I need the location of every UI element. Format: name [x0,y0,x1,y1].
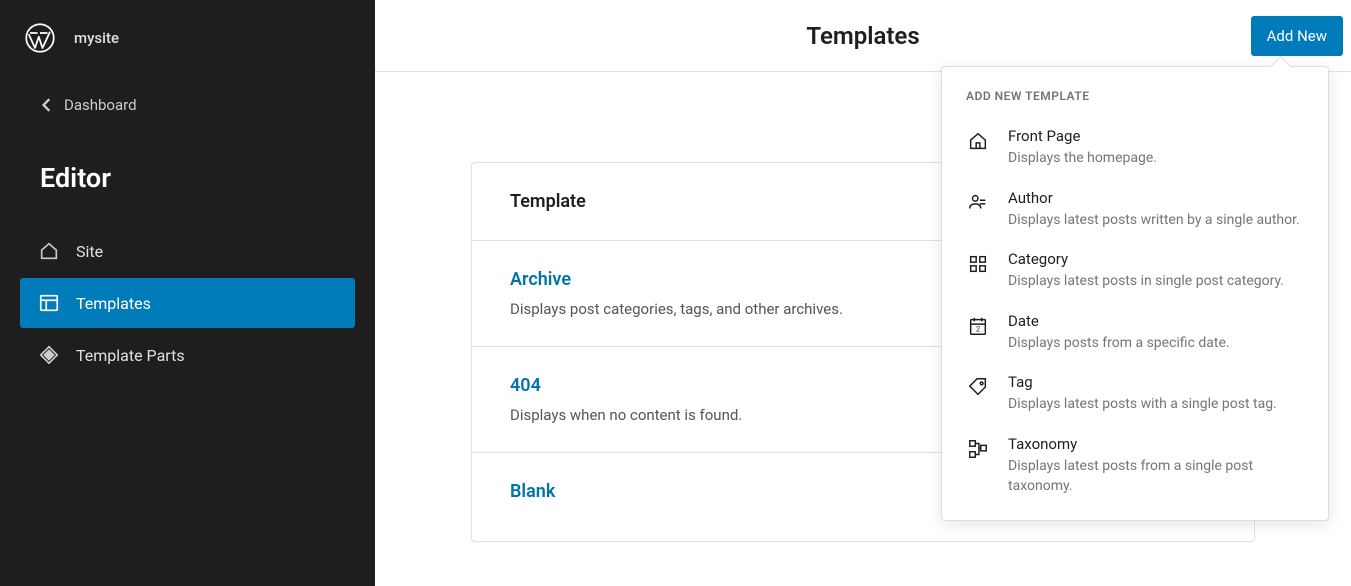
svg-text:2: 2 [976,324,980,333]
dropdown-item-title: Date [1008,312,1304,330]
dropdown-text: Front Page Displays the homepage. [1008,127,1304,169]
tag-icon [966,375,990,399]
template-cell: Archive Displays post categories, tags, … [510,269,976,318]
home-icon [38,240,60,262]
dropdown-item-title: Front Page [1008,127,1304,145]
main-content: Templates Add New Template Added by Arch… [375,0,1351,586]
col-header-template: Template [510,191,976,212]
dropdown-item-title: Author [1008,189,1304,207]
dropdown-item-tag[interactable]: Tag Displays latest posts with a single … [942,363,1328,425]
dropdown-title: ADD NEW TEMPLATE [942,81,1328,117]
site-name: mysite [74,29,119,47]
sidebar-item-site[interactable]: Site [20,226,355,276]
dropdown-item-desc: Displays posts from a specific date. [1008,334,1304,354]
dropdown-text: Tag Displays latest posts with a single … [1008,373,1304,415]
dropdown-item-author[interactable]: Author Displays latest posts written by … [942,179,1328,241]
dropdown-text: Taxonomy Displays latest posts from a si… [1008,435,1304,496]
nav-list: Site Templates Template Parts [0,226,375,380]
back-to-dashboard-link[interactable]: Dashboard [0,82,375,128]
dropdown-item-title: Taxonomy [1008,435,1304,453]
dropdown-item-date[interactable]: 2 Date Displays posts from a specific da… [942,302,1328,364]
author-icon [966,191,990,215]
home-icon [966,129,990,153]
sidebar-item-label: Template Parts [76,346,185,365]
template-name-link[interactable]: Archive [510,269,976,290]
calendar-icon: 2 [966,314,990,338]
template-description: Displays when no content is found. [510,406,976,424]
dropdown-item-category[interactable]: Category Displays latest posts in single… [942,240,1328,302]
dropdown-item-desc: Displays latest posts from a single post… [1008,457,1304,496]
dropdown-text: Category Displays latest posts in single… [1008,250,1304,292]
site-header: mysite [0,22,375,82]
dropdown-item-desc: Displays latest posts written by a singl… [1008,211,1304,231]
back-label: Dashboard [64,96,137,114]
template-description: Displays post categories, tags, and othe… [510,300,976,318]
template-name-link[interactable]: Blank [510,481,976,502]
template-cell: 404 Displays when no content is found. [510,375,976,424]
dropdown-text: Date Displays posts from a specific date… [1008,312,1304,354]
sidebar-item-template-parts[interactable]: Template Parts [20,330,355,380]
dropdown-item-front-page[interactable]: Front Page Displays the homepage. [942,117,1328,179]
add-new-template-dropdown: ADD NEW TEMPLATE Front Page Displays the… [941,66,1329,521]
sidebar-section-title: Editor [0,162,375,194]
template-cell: Blank [510,481,976,513]
dropdown-text: Author Displays latest posts written by … [1008,189,1304,231]
dropdown-item-taxonomy[interactable]: Taxonomy Displays latest posts from a si… [942,425,1328,506]
template-name-link[interactable]: 404 [510,375,976,396]
dropdown-item-desc: Displays the homepage. [1008,149,1304,169]
add-new-button[interactable]: Add New [1251,16,1343,56]
chevron-left-icon [40,98,54,112]
sidebar-item-label: Templates [76,294,151,313]
dropdown-item-title: Tag [1008,373,1304,391]
grid-icon [966,252,990,276]
sidebar-item-templates[interactable]: Templates [20,278,355,328]
diamond-icon [38,344,60,366]
sidebar-item-label: Site [76,242,103,261]
hierarchy-icon [966,437,990,461]
wordpress-logo-icon[interactable] [24,22,56,54]
page-title: Templates [806,22,919,50]
layout-icon [38,292,60,314]
dropdown-item-title: Category [1008,250,1304,268]
top-bar: Templates Add New [375,0,1351,72]
dropdown-item-desc: Displays latest posts in single post cat… [1008,272,1304,292]
dropdown-item-desc: Displays latest posts with a single post… [1008,395,1304,415]
sidebar: mysite Dashboard Editor Site Templates T… [0,0,375,586]
